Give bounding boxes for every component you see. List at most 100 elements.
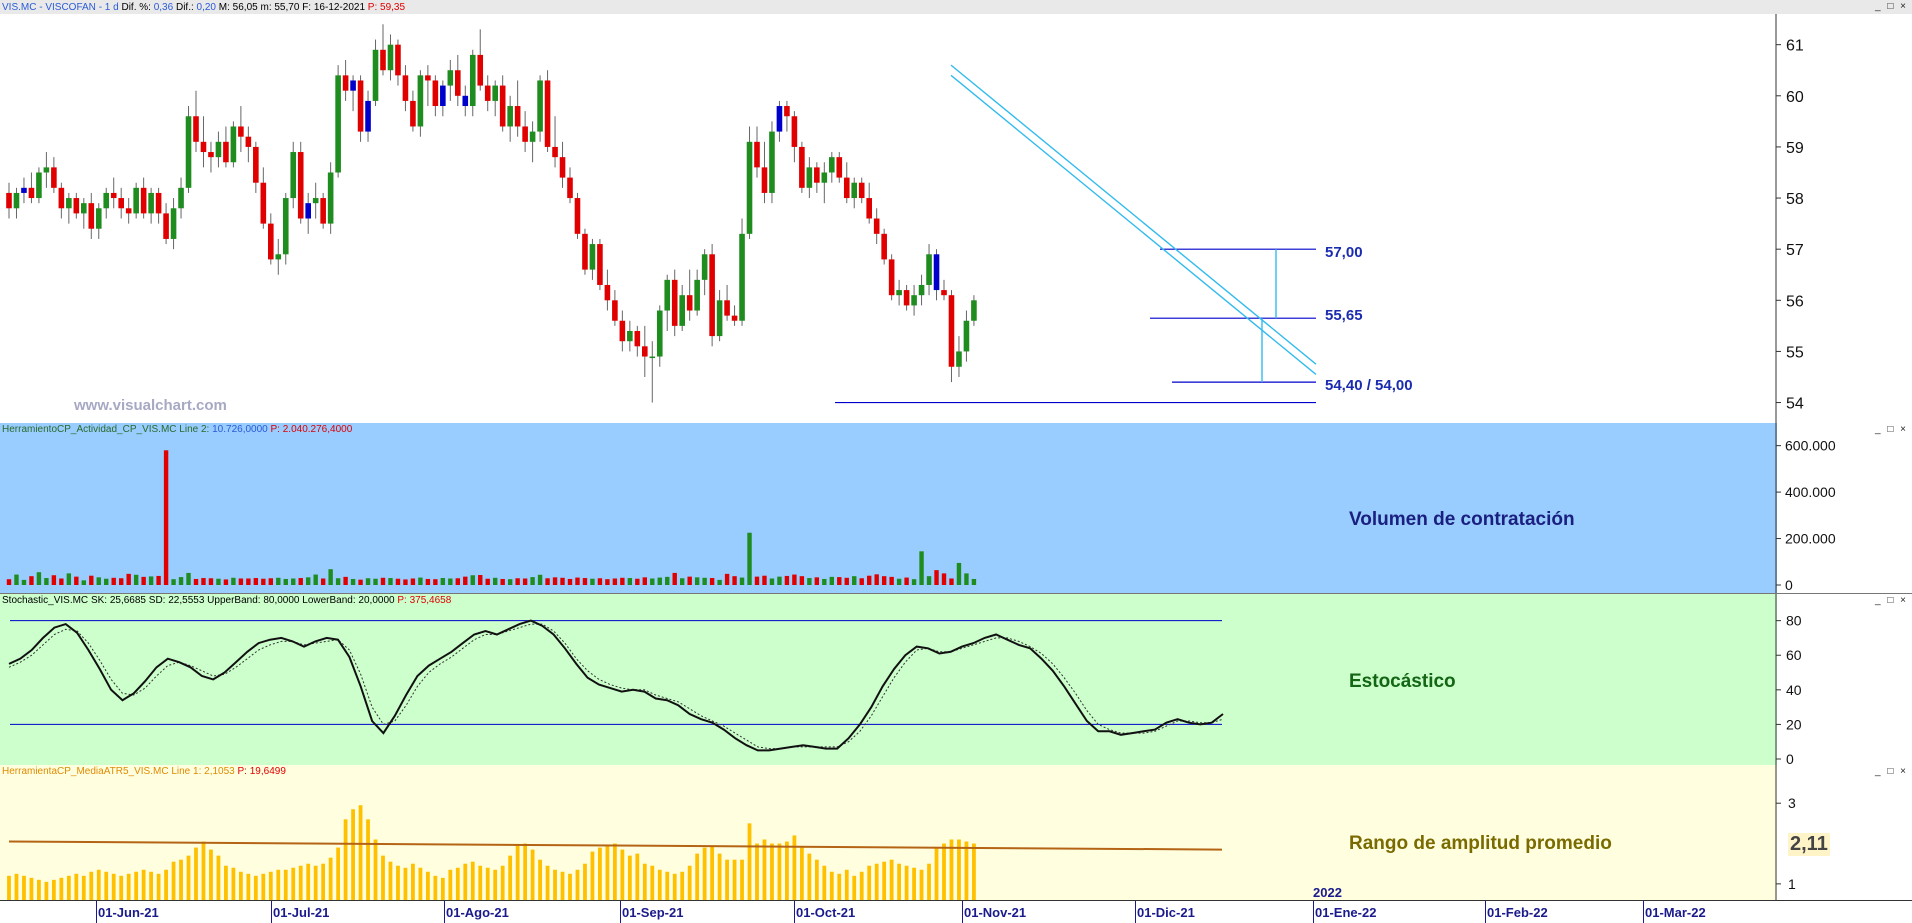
atr-bar (358, 805, 363, 900)
volume-tick-label: 0 (1785, 577, 1793, 593)
atr-bar (51, 879, 56, 900)
candle-body (320, 198, 326, 224)
volume-bar (328, 569, 333, 585)
atr-bar (725, 859, 729, 900)
atr-bar (964, 841, 969, 900)
date-tick (271, 901, 272, 923)
candle-body (843, 177, 850, 199)
volume-pane[interactable]: HerramientoCP_Actividad_CP_VIS.MC Line 2… (0, 423, 1912, 594)
lb-value: 20,0000 (358, 595, 395, 606)
candle-body (851, 182, 858, 199)
stochastic-header: Stochastic_VIS.MC SK: 25,6685 SD: 22,555… (2, 595, 451, 606)
volume-line-value: 10.726,0000 (212, 424, 268, 435)
volume-bar (44, 578, 49, 585)
date-tick (1313, 901, 1314, 923)
candle-body (679, 295, 685, 326)
volume-bar (485, 578, 490, 585)
atr-bar (306, 863, 311, 900)
atr-bar (545, 865, 550, 900)
volume-bar (298, 578, 303, 585)
atr-bar (695, 853, 700, 900)
atr-bar (216, 855, 221, 900)
volume-bar (971, 578, 977, 585)
candle-body (462, 95, 469, 107)
candle-body (387, 44, 394, 71)
candle-body (260, 182, 267, 224)
price-window-controls[interactable]: _ □ × (1875, 1, 1908, 12)
price-pane[interactable]: VIS.MC - VISCOFAN - 1 d Dif. %: 0,36 Dif… (0, 0, 1912, 424)
volume-bar (268, 578, 273, 585)
volume-bar (283, 578, 288, 585)
candle-body (342, 75, 349, 91)
max-value: 56,05 (232, 2, 258, 13)
date-label-ene: 01-Ene-22 (1315, 905, 1377, 920)
atr-bar (829, 871, 834, 900)
candle-body (918, 284, 925, 296)
stoch-indicator-name: Stochastic_VIS.MC (2, 595, 89, 606)
candle-body (73, 198, 80, 214)
candle-body (81, 203, 87, 214)
candle-body (948, 295, 955, 367)
atr-bar (612, 843, 617, 900)
volume-bar (799, 576, 805, 585)
atr-bar (650, 865, 655, 900)
volume-bar (859, 578, 864, 585)
atr-bar (411, 863, 415, 900)
candle-body (305, 203, 311, 219)
volume-bar (51, 575, 57, 585)
volume-bar (156, 575, 161, 585)
candle-body (694, 279, 700, 311)
atr-bar (912, 867, 916, 900)
atr-indicator-name: HerramientaCP_MediaATR5_VIS.MC (2, 766, 169, 777)
price-tick-label: 60 (1786, 89, 1804, 106)
date-label-mar: 01-Mar-22 (1645, 905, 1706, 920)
atr-bar (313, 865, 318, 900)
volume-bar (829, 576, 834, 585)
candle-body (829, 157, 835, 173)
volume-bar (552, 577, 558, 585)
stochastic-window-controls[interactable]: _ □ × (1875, 595, 1908, 606)
volume-bar (956, 562, 962, 585)
volume-bar (694, 577, 700, 585)
candle-body (36, 172, 42, 199)
price-header: VIS.MC - VISCOFAN - 1 d Dif. %: 0,36 Dif… (2, 2, 406, 13)
atr-bar (777, 843, 782, 900)
volume-bar (762, 575, 767, 585)
atr-bar (515, 845, 520, 900)
candle-body (253, 146, 259, 183)
atr-pane[interactable]: HerramientaCP_MediaATR5_VIS.MC Line 1: 2… (0, 765, 1912, 900)
volume-bar (433, 579, 438, 585)
atr-chart: 31 (7, 765, 1912, 900)
volume-bar (926, 576, 932, 585)
stochastic-pane[interactable]: Stochastic_VIS.MC SK: 25,6685 SD: 22,555… (0, 594, 1912, 766)
atr-bar (455, 867, 460, 900)
candle-body (290, 152, 297, 199)
atr-window-controls[interactable]: _ □ × (1875, 766, 1908, 777)
candle-body (185, 116, 192, 188)
date-label-nov: 01-Nov-21 (964, 905, 1027, 920)
atr-bar (373, 839, 378, 900)
year-label: 2022 (1313, 885, 1342, 900)
date-tick (620, 901, 621, 923)
price-tick-label: 55 (1786, 344, 1804, 361)
candle-body (873, 218, 880, 234)
atr-bar (972, 843, 976, 900)
atr-bar (425, 871, 430, 900)
candle-body (799, 146, 805, 188)
volume-bar (837, 577, 842, 585)
volume-window-controls[interactable]: _ □ × (1875, 424, 1908, 435)
atr-bar (485, 867, 490, 900)
atr-bar (657, 869, 662, 900)
volume-bar (141, 576, 146, 585)
volume-bar (590, 578, 595, 585)
atr-bar (620, 849, 625, 900)
volume-bar (410, 578, 416, 585)
atr-bar (598, 847, 602, 900)
candle-body (223, 141, 229, 163)
candle-body (155, 192, 162, 214)
date-label-ago: 01-Ago-21 (446, 905, 509, 920)
candle-body (619, 320, 626, 342)
candle-body (66, 198, 72, 209)
volume-line-label: Line 2: (179, 424, 210, 435)
atr-bar (470, 861, 475, 900)
